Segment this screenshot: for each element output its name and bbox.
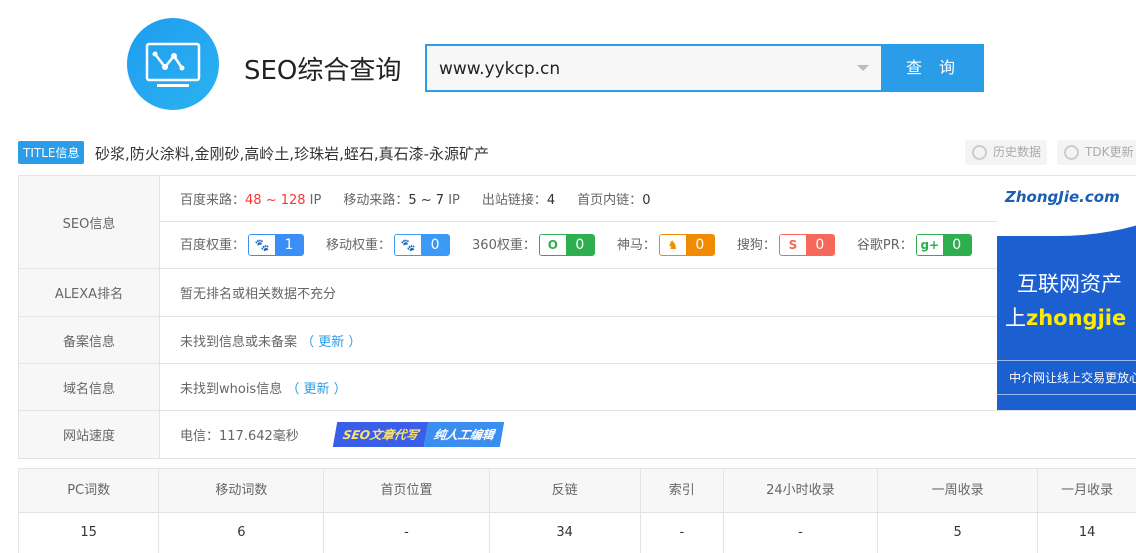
database-icon <box>972 145 987 160</box>
mobile-traffic: 移动来路：5 ~ 7 IP <box>343 193 460 208</box>
inlinks: 首页内链：0 <box>577 193 651 208</box>
stats-header: 首页位置 <box>323 469 489 513</box>
ad-line3: 中介网让线上交易更放心 <box>997 360 1136 395</box>
weight-badge[interactable]: O0 <box>538 234 595 257</box>
weight-item: 百度权重： 🐾 1 <box>180 234 305 257</box>
tdk-label: TDK更新 <box>1085 145 1134 159</box>
stats-header: 索引 <box>639 469 723 513</box>
logo <box>127 18 219 110</box>
stats-table: PC词数 移动词数 首页位置 反链 索引 24小时收录 一周收录 一月收录 15 6-34- -5… <box>18 468 1136 553</box>
weight-badge[interactable]: 🐾 1 <box>248 234 305 257</box>
speed-label: 网站速度 <box>18 411 160 458</box>
weight-item: 360权重： O 0 <box>472 234 595 257</box>
refresh-icon <box>1064 145 1079 160</box>
history-label: 历史数据 <box>993 145 1042 159</box>
weight-badge[interactable]: ♞ 0 <box>658 234 715 257</box>
domain-update-link[interactable]: （ 更新 ） <box>286 378 346 397</box>
baidu-traffic: 百度来路：48 ~ 128 IP <box>180 193 322 208</box>
speed-value: 电信：117.642毫秒 <box>180 429 299 444</box>
beian-value: 未找到信息或未备案 <box>180 334 298 350</box>
title-text: 砂浆,防火涂料,金刚砂,高岭土,珍珠岩,蛭石,真石漆-永源矿产 <box>95 145 490 163</box>
weight-item: 神马： ♞ 0 <box>617 234 715 257</box>
stats-value: 15 <box>18 513 158 553</box>
weight-badge[interactable]: g+ 0 <box>915 234 972 257</box>
google-plus-icon: g+ <box>916 235 943 256</box>
weight-item: 谷歌PR： g+ 0 <box>857 234 972 257</box>
search-value: www.yykcp.cn <box>439 59 561 79</box>
domain-row: 域名信息 未找到whois信息 （ 更新 ） <box>18 364 1136 411</box>
history-data-button[interactable]: 历史数据 <box>965 140 1048 165</box>
search-input[interactable]: www.yykcp.cn <box>425 44 883 92</box>
stats-header: 24小时收录 <box>722 469 878 513</box>
seo-label: SEO信息 <box>18 176 160 268</box>
info-table: SEO信息 百度来路：48 ~ 128 IP 移动来路：5 ~ 7 IP 出站链… <box>18 175 1136 459</box>
weight-item: 移动权重： 🐾 0 <box>326 234 451 257</box>
beian-row: 备案信息 未找到信息或未备案 （ 更新 ） <box>18 317 1136 364</box>
stats-value: - <box>639 513 723 553</box>
weight-badge[interactable]: 🐾 0 <box>394 234 451 257</box>
stats-header: PC词数 <box>18 469 159 513</box>
tdk-update-button[interactable]: TDK更新 <box>1057 140 1136 165</box>
sogou-icon: S <box>779 235 806 256</box>
ad-line2: 上zhongjie <box>1005 306 1127 330</box>
weight-badge[interactable]: S0 <box>778 234 835 257</box>
page-title: SEO综合查询 <box>244 56 402 86</box>
stats-header: 一周收录 <box>877 469 1038 513</box>
stats-header: 移动词数 <box>158 469 324 513</box>
paw-mobile-icon: 🐾 <box>395 235 422 256</box>
stats-value: 34 <box>488 513 640 553</box>
title-badge: TITLE信息 <box>18 141 85 164</box>
domain-label: 域名信息 <box>18 364 160 410</box>
promo-banner[interactable]: SEO文章代写 纯人工编辑 <box>332 422 505 447</box>
chevron-down-icon[interactable] <box>857 65 869 71</box>
seo-row: SEO信息 百度来路：48 ~ 128 IP 移动来路：5 ~ 7 IP 出站链… <box>18 176 1136 269</box>
outlinks: 出站链接：4 <box>481 193 556 208</box>
weight-item: 搜狗： S 0 <box>737 234 835 257</box>
shenma-icon: ♞ <box>659 235 686 256</box>
alexa-row: ALEXA排名 暂无排名或相关数据不充分 <box>18 269 1136 317</box>
stats-value: 6 <box>158 513 323 553</box>
alexa-label: ALEXA排名 <box>18 269 160 316</box>
stats-value: - <box>722 513 877 553</box>
domain-value: 未找到whois信息 <box>180 381 283 397</box>
traffic-row: 百度来路：48 ~ 128 IP 移动来路：5 ~ 7 IP 出站链接：4 首页… <box>160 176 1136 222</box>
stats-header: 一月收录 <box>1037 469 1136 513</box>
paw-icon: 🐾 <box>249 235 276 256</box>
stats-header: 反链 <box>488 469 640 513</box>
stats-value: 5 <box>877 513 1037 553</box>
ad-line1: 互联网资产 <box>1017 272 1122 296</box>
weights-row: 百度权重： 🐾 1 移动权重： 🐾 0 360权重： O 0 神马： ♞ 0 搜狗： S 0 谷歌PR： g+ 0 <box>160 222 1136 268</box>
monitor-chart-icon <box>145 42 201 87</box>
360-icon: O <box>539 235 566 256</box>
speed-row: 网站速度 电信：117.642毫秒 SEO文章代写 纯人工编辑 <box>18 411 1136 459</box>
beian-label: 备案信息 <box>18 317 160 363</box>
ad-logo: ZhongJie.com <box>1005 188 1120 206</box>
beian-update-link[interactable]: （ 更新 ） <box>301 331 361 350</box>
stats-value: - <box>323 513 488 553</box>
search-button[interactable]: 查 询 <box>883 44 984 92</box>
stats-value: 14 <box>1037 513 1136 553</box>
ad-banner[interactable]: ZhongJie.com 互联网资产 上zhongjie 中介网让线上交易更放心 <box>997 176 1136 410</box>
alexa-value: 暂无排名或相关数据不充分 <box>180 287 337 302</box>
